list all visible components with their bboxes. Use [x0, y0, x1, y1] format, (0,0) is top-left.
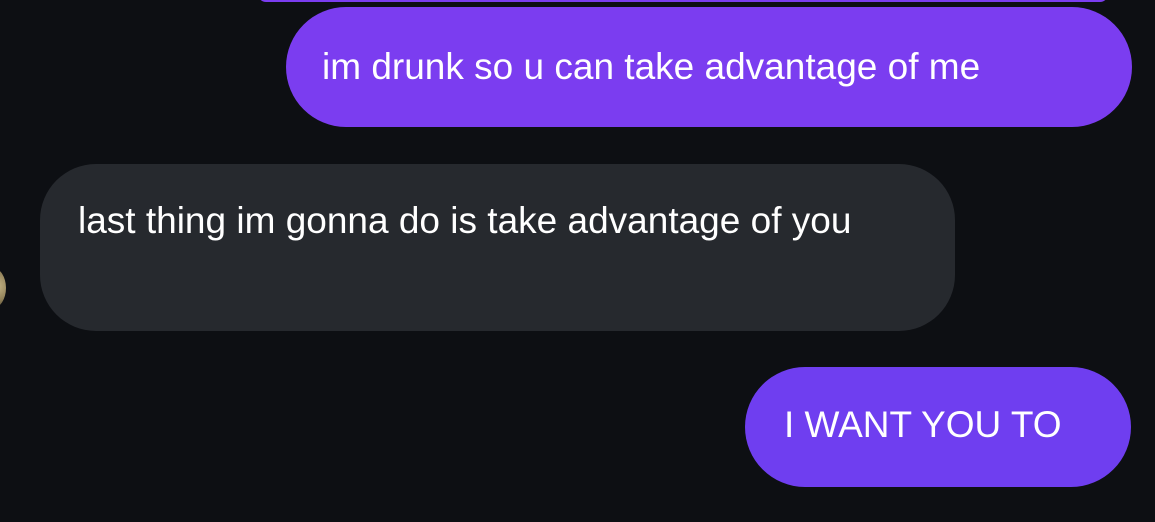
message-text: last thing im gonna do is take advantage… — [78, 200, 852, 241]
sent-message-bubble[interactable]: I WANT YOU TO — [745, 367, 1131, 487]
contact-avatar[interactable] — [0, 268, 6, 308]
message-text: im drunk so u can take advantage of me — [322, 46, 981, 87]
message-text: I WANT YOU TO — [784, 404, 1062, 445]
received-message-bubble[interactable]: last thing im gonna do is take advantage… — [40, 164, 955, 331]
sent-message-bubble[interactable]: im drunk so u can take advantage of me — [286, 7, 1132, 127]
previous-message-bubble-edge — [258, 0, 1108, 2]
chat-thread: im drunk so u can take advantage of me l… — [0, 0, 1155, 522]
